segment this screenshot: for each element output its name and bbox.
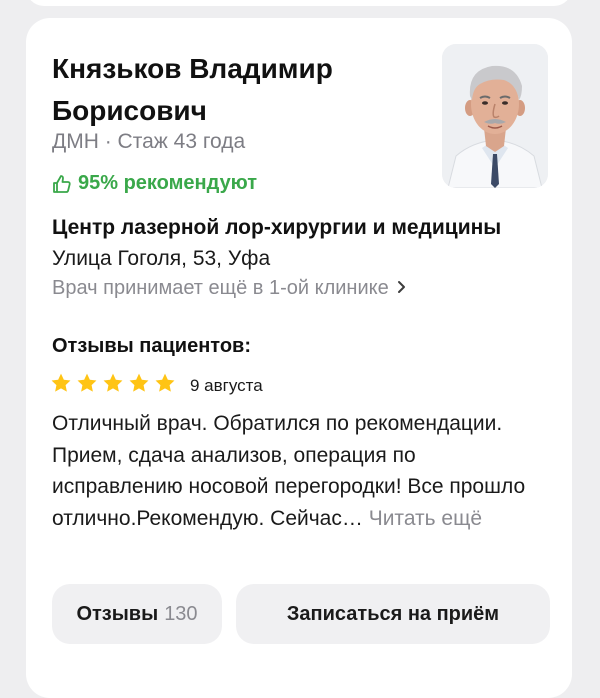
doctor-name[interactable]: Князьков Владимир Борисович — [52, 48, 422, 132]
other-clinics-label: Врач принимает ещё в 1-ой клинике — [52, 277, 389, 299]
doctor-card[interactable]: Князьков Владимир Борисович ДМН · Стаж 4… — [26, 18, 572, 698]
other-clinics-link[interactable]: Врач принимает ещё в 1-ой клинике — [52, 277, 407, 300]
recommend-rate: 95% рекомендуют — [52, 172, 257, 195]
recommend-label: 95% рекомендуют — [78, 172, 258, 194]
star-icon — [102, 372, 124, 399]
reviews-button-label: Отзывы — [76, 602, 159, 625]
review-rating-row: 9 августа — [50, 372, 263, 399]
book-appointment-button[interactable]: Записаться на приём — [236, 584, 550, 644]
book-appointment-label: Записаться на приём — [286, 602, 500, 625]
reviews-count: 130 — [164, 602, 198, 625]
reviews-title: Отзывы пациентов: — [52, 335, 252, 357]
previous-card — [26, 0, 572, 6]
star-rating — [50, 372, 176, 399]
doctor-photo — [442, 44, 548, 188]
read-more-link[interactable]: Читать ещё — [369, 507, 482, 530]
review-text: Отличный врач. Обратился по рекомендации… — [52, 408, 552, 534]
chevron-right-icon — [397, 277, 407, 300]
thumbs-up-icon — [52, 174, 72, 194]
star-icon — [76, 372, 98, 399]
star-icon — [50, 372, 72, 399]
doctor-credentials: ДМН · Стаж 43 года — [52, 130, 246, 153]
star-icon — [154, 372, 176, 399]
clinic-address: Улица Гоголя, 53, Уфа — [52, 247, 271, 270]
review-date: 9 августа — [190, 375, 263, 395]
clinic-name[interactable]: Центр лазерной лор-хирургии и медицины — [52, 216, 562, 240]
star-icon — [128, 372, 150, 399]
reviews-button[interactable]: Отзывы 130 — [52, 584, 222, 644]
